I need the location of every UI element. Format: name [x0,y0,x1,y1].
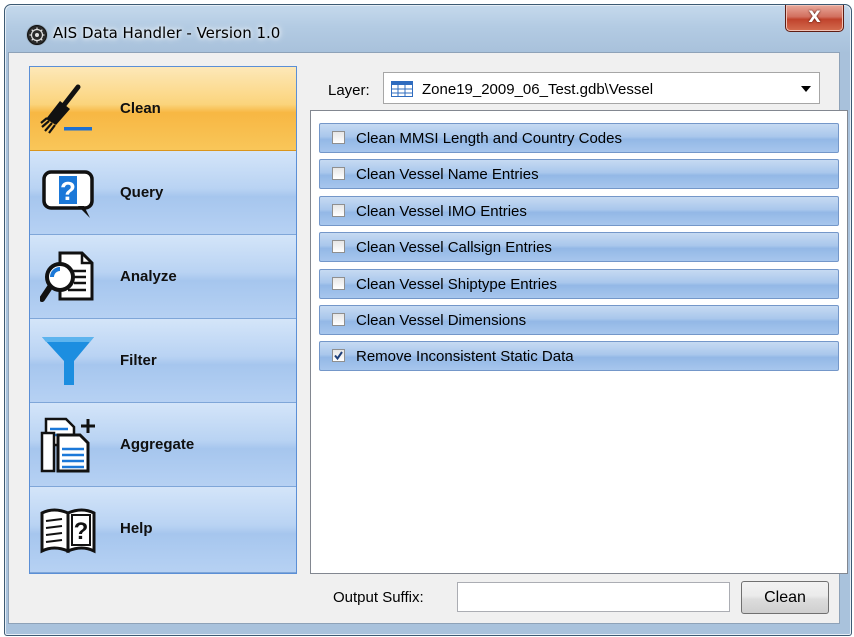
checkbox[interactable] [332,167,345,180]
option-clean-vessel-name[interactable]: Clean Vessel Name Entries [319,159,839,189]
sidebar-item-filter[interactable]: Filter [30,319,296,403]
app-icon[interactable] [27,25,47,45]
sidebar-nav: Clean ? Query Analyze Filter Aggregate ?… [29,66,297,574]
close-icon: X [808,7,821,26]
option-label: Clean Vessel Shiptype Entries [356,276,557,293]
sidebar-item-aggregate[interactable]: Aggregate [30,403,296,487]
close-button[interactable]: X [785,5,844,32]
option-label: Clean MMSI Length and Country Codes [356,130,622,147]
sidebar-item-label: Clean [120,100,161,117]
sidebar-item-query[interactable]: ? Query [30,151,296,235]
layer-label: Layer: [328,82,370,99]
sidebar-item-analyze[interactable]: Analyze [30,235,296,319]
option-clean-vessel-imo[interactable]: Clean Vessel IMO Entries [319,196,839,226]
sidebar-item-label: Filter [120,352,157,369]
broom-icon [40,84,92,134]
checkbox[interactable] [332,277,345,290]
clean-button[interactable]: Clean [741,581,829,614]
sidebar-item-label: Help [120,520,153,537]
options-panel: Clean MMSI Length and Country Codes Clea… [310,110,848,574]
option-clean-mmsi[interactable]: Clean MMSI Length and Country Codes [319,123,839,153]
option-label: Clean Vessel Dimensions [356,312,527,329]
checkbox[interactable] [332,131,345,144]
option-label: Clean Vessel Callsign Entries [356,239,552,256]
window-title: AIS Data Handler - Version 1.0 [53,24,281,42]
title-bar[interactable]: AIS Data Handler - Version 1.0 X [5,5,851,57]
output-suffix-label: Output Suffix: [333,589,424,606]
chevron-down-icon[interactable] [801,86,811,92]
checkbox[interactable] [332,240,345,253]
checkbox[interactable] [332,204,345,217]
option-label: Clean Vessel Name Entries [356,166,539,183]
option-label: Clean Vessel IMO Entries [356,203,527,220]
checkmark-icon [334,351,343,361]
question-bubble-icon: ? [42,170,94,218]
option-clean-vessel-shiptype[interactable]: Clean Vessel Shiptype Entries [319,269,839,299]
svg-text:?: ? [60,176,76,206]
sidebar-item-label: Analyze [120,268,177,285]
layer-dropdown[interactable]: Zone19_2009_06_Test.gdb\Vessel [383,72,820,104]
help-book-icon: ? [40,508,96,554]
sidebar-item-clean[interactable]: Clean [30,67,296,151]
sidebar-item-help[interactable]: ? Help [30,487,296,573]
add-documents-icon [40,417,95,473]
sidebar-item-label: Query [120,184,164,201]
layer-value: Zone19_2009_06_Test.gdb\Vessel [422,81,654,98]
funnel-icon [42,337,94,385]
option-clean-vessel-callsign[interactable]: Clean Vessel Callsign Entries [319,232,839,262]
option-remove-inconsistent[interactable]: Remove Inconsistent Static Data [319,341,839,371]
option-clean-vessel-dimensions[interactable]: Clean Vessel Dimensions [319,305,839,335]
checkbox[interactable] [332,313,345,326]
magnifier-document-icon [40,251,94,302]
table-icon [391,81,413,97]
output-suffix-input[interactable] [457,582,730,612]
sidebar-item-label: Aggregate [120,436,195,453]
checkbox[interactable] [332,349,345,362]
option-label: Remove Inconsistent Static Data [356,348,574,365]
svg-text:?: ? [74,518,89,545]
